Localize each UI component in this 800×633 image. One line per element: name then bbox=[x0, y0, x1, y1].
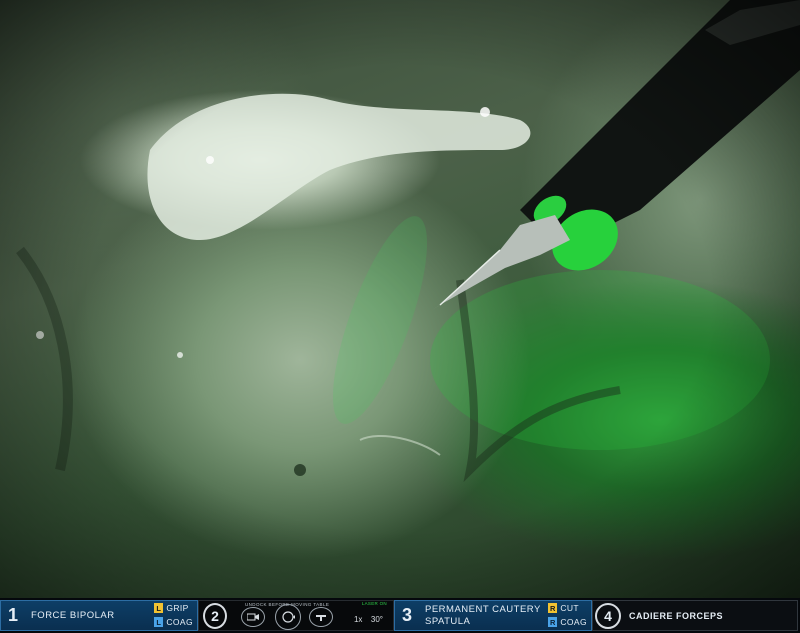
arm-4-panel[interactable]: 4 CADIERE FORCEPS bbox=[592, 600, 798, 631]
arm-4-instrument-label: CADIERE FORCEPS bbox=[629, 610, 724, 621]
arm-3-mode-cut: R CUT bbox=[548, 602, 587, 614]
mode-label: COAG bbox=[560, 617, 587, 627]
pedal-key-badge: L bbox=[154, 603, 164, 613]
specular-highlight bbox=[480, 107, 490, 117]
camera-zoom-angle: 1x 30° bbox=[354, 615, 383, 624]
arm-1-instrument-label: FORCE BIPOLAR bbox=[31, 609, 115, 621]
arm-4-instrument-name: CADIERE FORCEPS bbox=[623, 601, 723, 630]
specular-highlight bbox=[36, 331, 44, 339]
mode-label: CUT bbox=[560, 603, 580, 613]
arm-3-instrument-line2: SPATULA bbox=[425, 615, 471, 627]
zoom-level: 1x bbox=[353, 615, 363, 624]
pedal-key-badge: R bbox=[548, 603, 558, 613]
arm-1-instrument-name: FORCE BIPOLAR bbox=[25, 601, 115, 630]
rotate-icon bbox=[275, 604, 301, 630]
fat-tissue bbox=[147, 93, 531, 240]
specular-highlight bbox=[206, 156, 214, 164]
pedal-key-badge: R bbox=[548, 617, 558, 627]
arm-2-number-label: 2 bbox=[203, 603, 227, 629]
icg-glow-right bbox=[430, 270, 770, 450]
arm-1-number: 1 bbox=[7, 605, 18, 625]
specular-highlight bbox=[177, 352, 183, 358]
arm-3-panel[interactable]: 3 PERMANENT CAUTERY SPATULA R CUT R COAG bbox=[394, 600, 592, 631]
mode-label: GRIP bbox=[166, 603, 189, 613]
robot-status-bar: 1 FORCE BIPOLAR L GRIP L COAG 2 UNDOCK B… bbox=[0, 598, 800, 633]
arm-3-instrument-line1: PERMANENT CAUTERY bbox=[425, 603, 541, 615]
laser-status: LASER ON bbox=[361, 601, 387, 606]
surgical-scene bbox=[16, 0, 800, 483]
arm-1-mode-grip: L GRIP bbox=[154, 602, 193, 614]
arm-3-instrument-name: PERMANENT CAUTERY SPATULA bbox=[419, 601, 541, 630]
arm-3-number: 3 bbox=[401, 605, 412, 625]
arm-4-number: 4 bbox=[593, 601, 623, 630]
endoscope-view bbox=[0, 0, 800, 598]
icg-glow bbox=[332, 216, 428, 424]
arm-3-mode-coag: R COAG bbox=[548, 616, 587, 628]
tissue-spot bbox=[294, 464, 306, 476]
arm-2-number: 2 bbox=[203, 603, 227, 629]
camera-icon bbox=[241, 607, 265, 627]
arm-1-energy-modes: L GRIP L COAG bbox=[154, 602, 193, 628]
tissue-shadow-left bbox=[16, 246, 73, 472]
tissue-fold bbox=[359, 434, 441, 456]
scope-angle: 30° bbox=[370, 615, 383, 624]
arm-4-number-label: 4 bbox=[595, 602, 621, 629]
mode-label: COAG bbox=[166, 617, 193, 627]
arm-1-panel[interactable]: 1 FORCE BIPOLAR L GRIP L COAG bbox=[0, 600, 198, 631]
pedal-key-badge: L bbox=[154, 617, 164, 627]
table-icon bbox=[309, 607, 333, 627]
arm-1-mode-coag: L COAG bbox=[154, 616, 193, 628]
arm-3-energy-modes: R CUT R COAG bbox=[548, 602, 587, 628]
arm-2-camera-panel[interactable]: 2 UNDOCK BEFORE MOVING TABLE LASER ON 1x… bbox=[198, 600, 394, 631]
